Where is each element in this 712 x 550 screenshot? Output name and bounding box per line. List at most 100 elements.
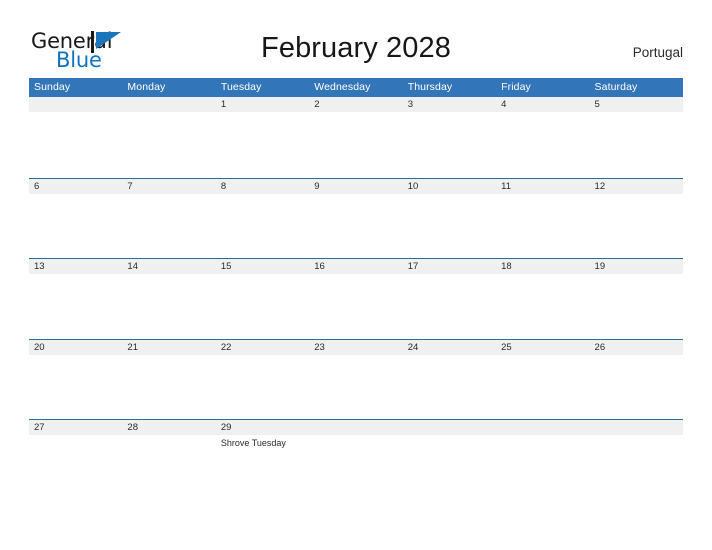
day-number: 26	[594, 341, 606, 353]
calendar-day-cell[interactable]: 18	[496, 259, 590, 339]
weekday-header-thursday: Thursday	[407, 81, 453, 93]
calendar-day-cell-empty	[309, 420, 403, 500]
day-number: 4	[501, 99, 507, 110]
day-number: 29	[220, 422, 232, 433]
calendar-day-cell[interactable]: 11	[496, 178, 590, 259]
calendar-week-row: 27 28 29 Shrove Tuesday	[29, 419, 683, 500]
day-number: 11	[501, 180, 511, 192]
calendar-day-cell[interactable]: 2	[309, 97, 403, 178]
day-number: 12	[594, 180, 606, 192]
day-number-band: 19	[589, 259, 683, 274]
calendar-day-cell[interactable]: 26	[589, 339, 683, 420]
day-events	[403, 112, 496, 115]
day-number: 8	[220, 180, 227, 192]
calendar-day-cell[interactable]: 3	[402, 97, 497, 178]
calendar-day-cell-empty	[496, 420, 590, 500]
calendar-day-cell[interactable]: 6	[29, 178, 123, 259]
calendar-day-cell[interactable]: 4	[496, 97, 590, 178]
day-number: 22	[220, 341, 232, 353]
calendar-day-cell[interactable]: 28	[122, 420, 216, 500]
day-number-band: 20	[29, 339, 123, 355]
calendar-day-cell[interactable]: 13	[29, 259, 123, 339]
day-events	[590, 355, 683, 358]
event-label: Shrove Tuesday	[220, 438, 286, 448]
day-number: 20	[34, 341, 45, 353]
day-number-band: 6	[29, 178, 123, 194]
day-events	[29, 355, 122, 358]
calendar-grid: Sunday Monday Tuesday Wednesday Thursday Frid…	[29, 78, 683, 500]
day-number-band: 14	[122, 259, 216, 274]
calendar-day-cell[interactable]: 20	[29, 339, 123, 420]
day-events	[590, 435, 683, 438]
calendar-day-cell[interactable]: 14	[122, 259, 216, 339]
day-events	[309, 274, 402, 277]
calendar-day-cell[interactable]: 10	[402, 178, 497, 259]
day-number: 1	[220, 99, 227, 110]
day-number-band: 26	[589, 339, 683, 355]
day-number: 19	[594, 261, 606, 272]
day-number-band: 12	[589, 178, 683, 194]
day-number-band: 5	[589, 97, 683, 112]
calendar-day-cell[interactable]: 17	[402, 259, 497, 339]
calendar-day-cell[interactable]: 5	[589, 97, 683, 178]
calendar-day-cell[interactable]: 24	[402, 339, 497, 420]
day-number-band: 18	[496, 259, 590, 274]
day-number-band	[309, 420, 403, 435]
day-events	[122, 112, 215, 115]
day-events	[216, 355, 309, 358]
calendar-day-cell[interactable]: 22	[215, 339, 310, 420]
day-events	[29, 194, 122, 197]
day-events	[309, 112, 402, 115]
day-events	[216, 274, 309, 277]
calendar-body: 1 2 3 4 5 6 7 8 9 10 11 12 13 14 15 16 17 18 19 20 21 22 23 24 2…	[29, 97, 683, 500]
day-number-band	[122, 97, 216, 112]
day-events	[216, 194, 309, 197]
calendar-day-cell[interactable]: 16	[309, 259, 403, 339]
calendar-day-cell-empty	[122, 97, 216, 178]
calendar-day-cell[interactable]: 8	[215, 178, 310, 259]
day-events	[29, 274, 122, 277]
calendar-day-cell[interactable]: 7	[122, 178, 216, 259]
day-number-band: 25	[496, 339, 590, 355]
page-header: General Blue February 2028 Portugal	[0, 0, 712, 78]
calendar-day-cell[interactable]: 21	[122, 339, 216, 420]
calendar-day-cell[interactable]: 27	[29, 420, 123, 500]
calendar-day-cell[interactable]: 29 Shrove Tuesday	[215, 420, 310, 500]
day-number-band: 16	[309, 259, 403, 274]
weekday-header-saturday: Saturday	[594, 81, 638, 93]
calendar-day-cell[interactable]: 12	[589, 178, 683, 259]
day-number-band	[402, 420, 497, 435]
calendar-day-cell-empty	[589, 420, 683, 500]
day-events	[216, 112, 309, 115]
day-number-band: 29	[215, 420, 310, 435]
day-events	[403, 194, 496, 197]
day-number: 5	[594, 99, 600, 110]
day-number-band: 13	[29, 259, 123, 274]
day-number-band: 23	[309, 339, 403, 355]
day-number: 15	[220, 261, 232, 272]
calendar-day-cell[interactable]: 9	[309, 178, 403, 259]
day-number: 17	[407, 261, 419, 272]
day-number-band: 9	[309, 178, 403, 194]
calendar-day-cell[interactable]: 23	[309, 339, 403, 420]
day-events	[29, 435, 122, 438]
page-title: February 2028	[261, 32, 451, 64]
day-events	[590, 274, 683, 277]
calendar-week-row: 6 7 8 9 10 11 12	[29, 177, 683, 259]
day-events	[122, 274, 215, 277]
day-number: 18	[501, 261, 512, 272]
day-events	[403, 435, 496, 438]
weekday-header-tuesday: Tuesday	[220, 81, 262, 93]
day-number: 2	[314, 99, 320, 110]
day-events	[403, 274, 496, 277]
day-events	[309, 194, 402, 197]
day-number: 9	[314, 180, 320, 192]
day-number-band	[496, 420, 590, 435]
calendar-day-cell[interactable]: 25	[496, 339, 590, 420]
day-number: 7	[127, 180, 133, 192]
day-events	[590, 112, 683, 115]
calendar-day-cell[interactable]: 15	[215, 259, 310, 339]
day-events	[403, 355, 496, 358]
calendar-day-cell[interactable]: 1	[215, 97, 310, 178]
calendar-day-cell[interactable]: 19	[589, 259, 683, 339]
